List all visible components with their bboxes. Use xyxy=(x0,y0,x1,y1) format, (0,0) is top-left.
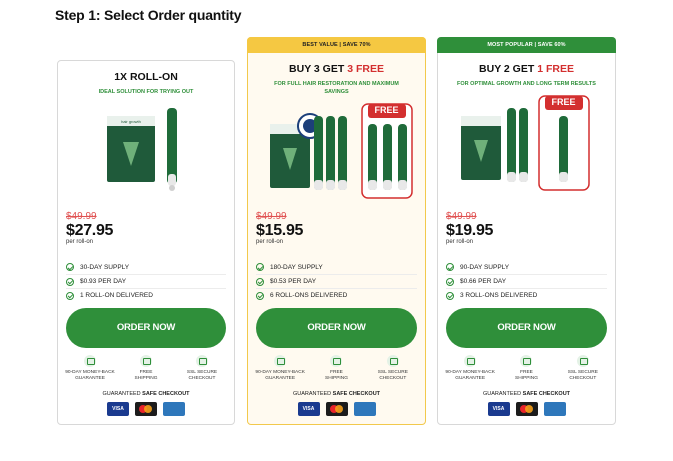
per-unit-label: per roll-on xyxy=(446,239,474,245)
free-label: FREE xyxy=(551,97,576,107)
offer-card-1[interactable]: 1X ROLL-ON IDEAL SOLUTION FOR TRYING OUT… xyxy=(57,60,235,425)
free-shipping-badge: FREE SHIPPING xyxy=(501,355,551,381)
product-image: FREE xyxy=(252,102,422,202)
money-back-badge: 90-DAY MONEY-BACK GUARANTEE xyxy=(255,355,305,381)
money-back-badge: 90-DAY MONEY-BACK GUARANTEE xyxy=(65,355,115,381)
old-price: $49.99 xyxy=(256,211,287,222)
offer-subline: FOR OPTIMAL GROWTH AND LONG TERM RESULTS xyxy=(457,81,596,87)
product-image: FREE xyxy=(457,94,597,194)
step-title: Step 1: Select Order quantity xyxy=(55,7,242,23)
truck-icon xyxy=(140,355,152,367)
offer-card-3[interactable]: MOST POPULAR | SAVE 60% BUY 2 GET 1 FREE… xyxy=(437,37,616,425)
safe-checkout-label: GUARANTEED SAFE CHECKOUT xyxy=(102,391,190,397)
feature-item: $0.66 PER DAY xyxy=(446,274,607,288)
per-unit-label: per roll-on xyxy=(66,239,94,245)
money-back-icon xyxy=(464,355,477,367)
payment-methods: VISA xyxy=(58,402,234,416)
truck-icon xyxy=(520,355,533,367)
price: $27.95 xyxy=(66,222,114,239)
payment-methods: VISA xyxy=(248,402,425,416)
order-now-button[interactable]: ORDER NOW xyxy=(446,308,607,348)
amex-icon xyxy=(543,402,566,416)
truck-icon xyxy=(330,355,343,367)
visa-icon: VISA xyxy=(107,402,129,416)
offer-headline: BUY 3 GET 3 FREE xyxy=(289,63,384,75)
free-shipping-badge: FREE SHIPPING xyxy=(121,355,171,381)
lock-icon xyxy=(386,355,399,367)
money-back-icon xyxy=(84,355,96,367)
order-now-button[interactable]: ORDER NOW xyxy=(256,308,417,348)
lock-icon xyxy=(576,355,589,367)
mastercard-icon xyxy=(135,402,157,416)
check-icon xyxy=(66,291,74,300)
offer-card-2[interactable]: BEST VALUE | SAVE 70% BUY 3 GET 3 FREE F… xyxy=(247,37,426,425)
check-icon xyxy=(446,277,454,286)
feature-item: 30-DAY SUPPLY xyxy=(66,260,226,274)
payment-methods: VISA xyxy=(438,402,615,416)
offer-headline: BUY 2 GET 1 FREE xyxy=(479,63,574,75)
check-icon xyxy=(66,263,74,271)
feature-item: 1 ROLL-ON DELIVERED xyxy=(66,288,226,302)
most-popular-ribbon: MOST POPULAR | SAVE 60% xyxy=(437,37,616,53)
feature-item: 3 ROLL-ONS DELIVERED xyxy=(446,288,607,302)
check-icon xyxy=(256,263,264,271)
feature-item: 180-DAY SUPPLY xyxy=(256,260,417,274)
check-icon xyxy=(446,291,454,300)
amex-icon xyxy=(163,402,185,416)
visa-icon: VISA xyxy=(487,402,510,416)
feature-item: 90-DAY SUPPLY xyxy=(446,260,607,274)
best-value-ribbon: BEST VALUE | SAVE 70% xyxy=(247,37,426,53)
product-image: hair growth xyxy=(101,102,191,202)
ssl-badge: SSL SECURE CHECKOUT xyxy=(558,355,608,381)
offer-headline: 1X ROLL-ON xyxy=(114,71,178,83)
check-icon xyxy=(66,277,74,286)
amex-icon xyxy=(353,402,376,416)
visa-icon: VISA xyxy=(297,402,320,416)
offer-subline: FOR FULL HAIR RESTORATION AND MAXIMUM SA… xyxy=(274,81,399,95)
ssl-badge: SSL SECURE CHECKOUT xyxy=(368,355,418,381)
money-back-icon xyxy=(274,355,287,367)
order-now-button[interactable]: ORDER NOW xyxy=(66,308,226,348)
check-icon xyxy=(256,291,264,300)
safe-checkout-label: GUARANTEED SAFE CHECKOUT xyxy=(292,391,381,397)
feature-item: $0.93 PER DAY xyxy=(66,274,226,288)
free-shipping-badge: FREE SHIPPING xyxy=(311,355,361,381)
old-price: $49.99 xyxy=(66,211,97,222)
money-back-badge: 90-DAY MONEY-BACK GUARANTEE xyxy=(445,355,495,381)
free-label: FREE xyxy=(374,105,399,115)
lock-icon xyxy=(196,355,208,367)
price: $19.95 xyxy=(446,222,494,239)
old-price: $49.99 xyxy=(446,211,477,222)
mastercard-icon xyxy=(515,402,538,416)
offer-subline: IDEAL SOLUTION FOR TRYING OUT xyxy=(98,89,194,95)
svg-text:hair growth: hair growth xyxy=(121,119,141,124)
feature-item: $0.53 PER DAY xyxy=(256,274,417,288)
price: $15.95 xyxy=(256,222,304,239)
mastercard-icon xyxy=(325,402,348,416)
feature-item: 6 ROLL-ONS DELIVERED xyxy=(256,288,417,302)
per-unit-label: per roll-on xyxy=(256,239,284,245)
check-icon xyxy=(256,277,264,286)
check-icon xyxy=(446,263,454,271)
ssl-badge: SSL SECURE CHECKOUT xyxy=(177,355,227,381)
safe-checkout-label: GUARANTEED SAFE CHECKOUT xyxy=(482,391,571,397)
